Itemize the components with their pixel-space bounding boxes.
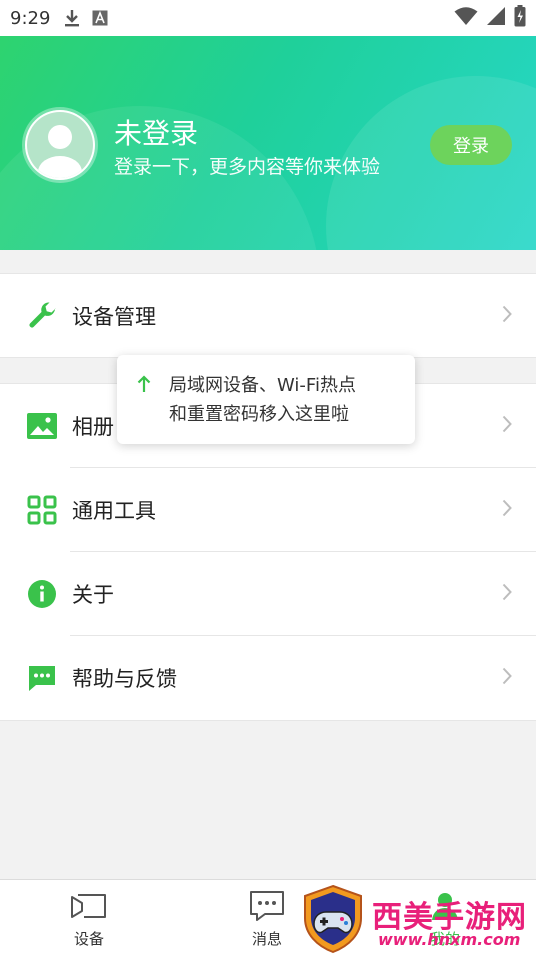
- menu-item-tools[interactable]: 通用工具: [0, 468, 536, 552]
- profile-header: 未登录 登录一下，更多内容等你来体验 登录: [0, 36, 536, 250]
- battery-icon: [514, 5, 526, 31]
- signal-icon: [486, 6, 506, 30]
- text-notification-icon: [92, 10, 108, 26]
- menu-item-label: 通用工具: [72, 499, 156, 523]
- tooltip-line-2: 和重置密码移入这里啦: [169, 404, 349, 425]
- feedback-message-icon: [26, 662, 58, 694]
- device-management-card: 设备管理: [0, 273, 536, 358]
- message-bubble-icon: [249, 888, 285, 924]
- download-icon: [64, 8, 80, 28]
- image-icon: [26, 410, 58, 442]
- menu-item-label: 设备管理: [72, 305, 156, 329]
- menu-item-label: 帮助与反馈: [72, 667, 177, 691]
- chevron-right-icon: [502, 667, 512, 689]
- chevron-right-icon: [502, 583, 512, 605]
- gamepad-shield-logo: [300, 884, 366, 954]
- default-avatar-icon: [27, 112, 93, 178]
- feature-moved-tooltip[interactable]: 局域网设备、Wi-Fi热点 和重置密码移入这里啦: [117, 355, 415, 444]
- watermark-url: www.hnxm.com: [378, 930, 521, 949]
- tab-devices[interactable]: 设备: [29, 880, 149, 954]
- menu-item-label: 关于: [72, 583, 114, 607]
- avatar[interactable]: [25, 110, 95, 180]
- chevron-right-icon: [502, 499, 512, 521]
- grid-apps-icon: [26, 494, 58, 526]
- status-bar: 9:29: [0, 0, 536, 36]
- menu-item-device-management[interactable]: 设备管理: [0, 274, 536, 358]
- tooltip-line-1: 局域网设备、Wi-Fi热点: [169, 375, 356, 396]
- login-prompt-subtitle: 登录一下，更多内容等你来体验: [114, 156, 381, 178]
- login-status-title: 未登录: [114, 117, 199, 150]
- tooltip-text: 局域网设备、Wi-Fi热点 和重置密码移入这里啦: [169, 371, 356, 429]
- tab-label: 消息: [251, 930, 282, 948]
- wifi-icon: [454, 6, 478, 30]
- wrench-icon: [26, 300, 58, 332]
- menu-item-help-feedback[interactable]: 帮助与反馈: [0, 636, 536, 720]
- chevron-right-icon: [502, 415, 512, 437]
- arrow-up-icon: [137, 375, 151, 397]
- chevron-right-icon: [502, 305, 512, 327]
- menu-item-about[interactable]: 关于: [0, 552, 536, 636]
- tab-label: 设备: [73, 930, 104, 948]
- cast-screen-icon: [70, 888, 108, 924]
- status-time: 9:29: [10, 7, 51, 29]
- login-button[interactable]: 登录: [430, 125, 512, 165]
- site-watermark: 西美手游网 www.hnxm.com: [300, 884, 536, 954]
- info-icon: [26, 578, 58, 610]
- menu-item-label: 相册: [72, 415, 114, 439]
